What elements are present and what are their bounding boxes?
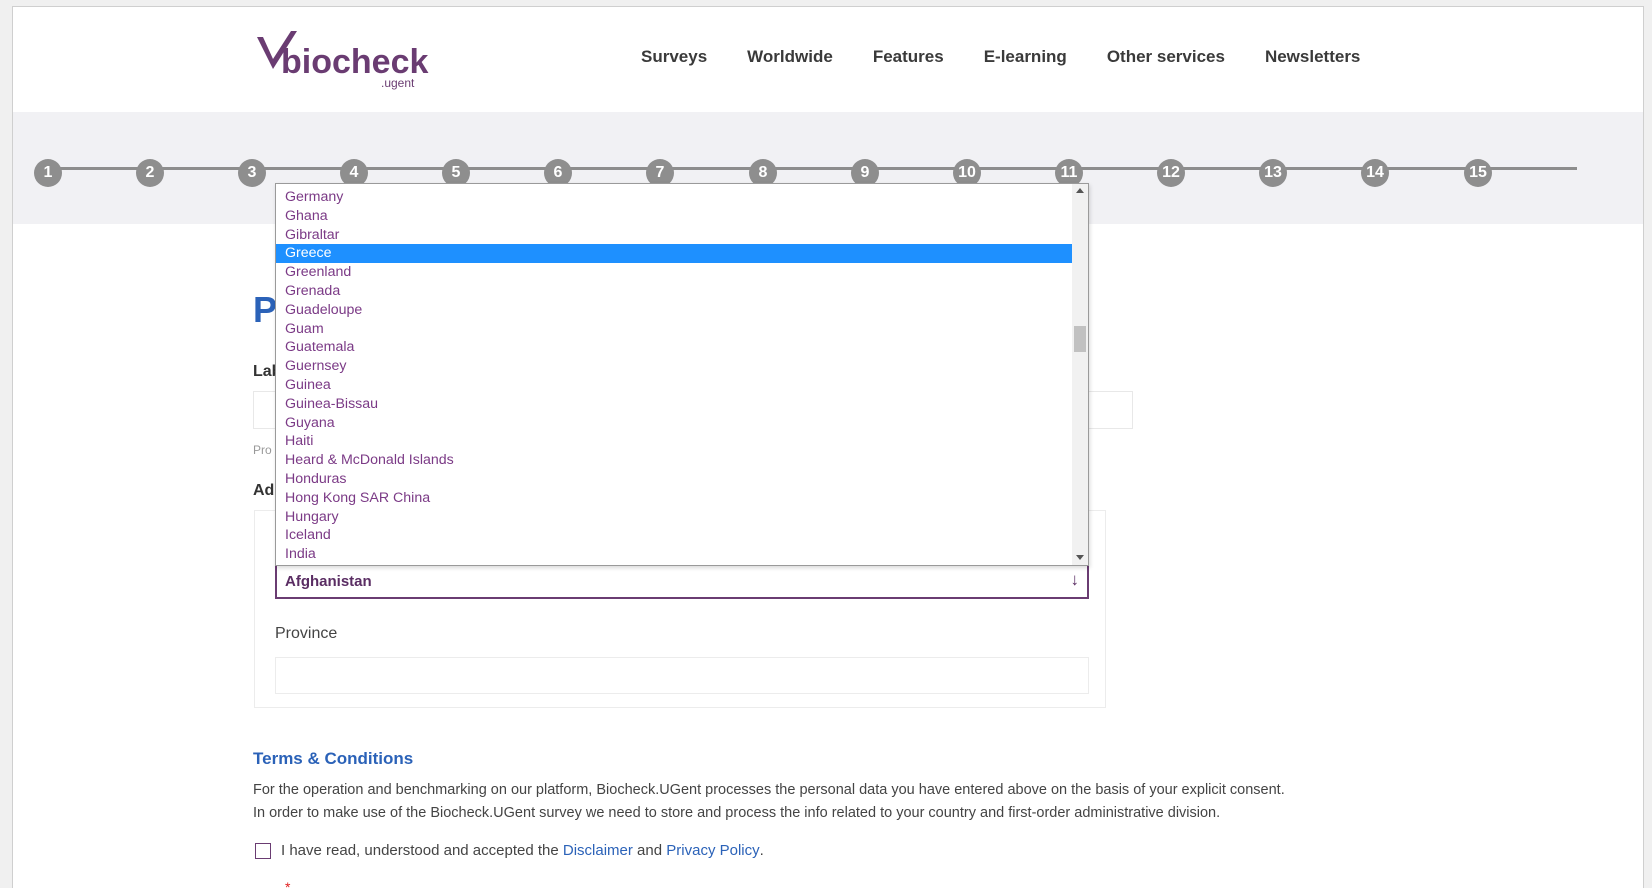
terms-text: In order to make use of the Biocheck.UGe… [253,805,1221,821]
step-12[interactable]: 12 [1157,159,1185,187]
step-1[interactable]: 1 [34,159,62,187]
disclaimer-link[interactable]: Disclaimer [563,842,633,859]
scroll-up-arrow-icon[interactable] [1076,188,1084,193]
option-ghana[interactable]: Ghana [276,207,1073,226]
consent-checkbox[interactable] [255,842,271,859]
nav-e-learning[interactable]: E-learning [984,47,1067,67]
option-grenada[interactable]: Grenada [276,282,1073,301]
scroll-down-arrow-icon[interactable] [1076,555,1084,560]
option-guernsey[interactable]: Guernsey [276,357,1073,376]
step-14[interactable]: 14 [1361,159,1389,187]
main-nav: Surveys Worldwide Features E-learning Ot… [641,47,1400,67]
site-header: biocheck .ugent Surveys Worldwide Featur… [13,7,1643,112]
country-select-value: Afghanistan [285,573,372,590]
province-label: Province [275,625,338,642]
logo-subtext: .ugent [381,76,415,90]
option-guadeloupe[interactable]: Guadeloupe [276,301,1073,320]
terms-text: For the operation and benchmarking on ou… [253,782,1285,798]
nav-features[interactable]: Features [873,47,944,67]
province-input[interactable] [275,657,1089,694]
consent-and: and [632,842,667,859]
page-title: P [253,289,278,330]
steps-connector-line [49,167,1577,170]
option-greece[interactable]: Greece [276,244,1073,264]
option-guatemala[interactable]: Guatemala [276,338,1073,357]
option-heard-mcdonald-islands[interactable]: Heard & McDonald Islands [276,451,1073,470]
option-hong-kong[interactable]: Hong Kong SAR China [276,489,1073,508]
terms-title: Terms & Conditions [253,749,414,768]
step-15[interactable]: 15 [1464,159,1492,187]
nav-newsletters[interactable]: Newsletters [1265,47,1360,67]
scroll-thumb[interactable] [1074,326,1086,352]
consent-prefix: I have read, understood and accepted the [281,842,563,859]
option-greenland[interactable]: Greenland [276,263,1073,282]
option-germany[interactable]: Germany [276,188,1073,207]
biocheck-logo[interactable]: biocheck .ugent [253,29,443,95]
step-2[interactable]: 2 [136,159,164,187]
consent-suffix: . [759,842,764,859]
step-3[interactable]: 3 [238,159,266,187]
option-guam[interactable]: Guam [276,320,1073,339]
privacy-policy-link[interactable]: Privacy Policy [666,842,759,859]
nav-surveys[interactable]: Surveys [641,47,707,67]
field-hint: Pro [253,443,272,457]
option-gibraltar[interactable]: Gibraltar [276,226,1073,245]
nav-other-services[interactable]: Other services [1107,47,1225,67]
dropdown-options: Germany Ghana Gibraltar Greece Greenland… [276,188,1073,564]
option-guinea[interactable]: Guinea [276,376,1073,395]
option-guyana[interactable]: Guyana [276,414,1073,433]
consent-row: I have read, understood and accepted the… [255,842,764,859]
option-hungary[interactable]: Hungary [276,508,1073,527]
country-select[interactable]: Afghanistan ↓ [275,564,1089,599]
required-mark: * [285,879,291,888]
nav-worldwide[interactable]: Worldwide [747,47,833,67]
option-haiti[interactable]: Haiti [276,432,1073,451]
arrow-down-icon: ↓ [1070,570,1080,589]
dropdown-scrollbar[interactable] [1072,184,1088,565]
step-13[interactable]: 13 [1259,159,1287,187]
option-honduras[interactable]: Honduras [276,470,1073,489]
country-dropdown-list[interactable]: Germany Ghana Gibraltar Greece Greenland… [275,183,1089,566]
option-india[interactable]: India [276,545,1073,564]
option-iceland[interactable]: Iceland [276,526,1073,545]
option-guinea-bissau[interactable]: Guinea-Bissau [276,395,1073,414]
browser-page: biocheck .ugent Surveys Worldwide Featur… [12,6,1644,888]
